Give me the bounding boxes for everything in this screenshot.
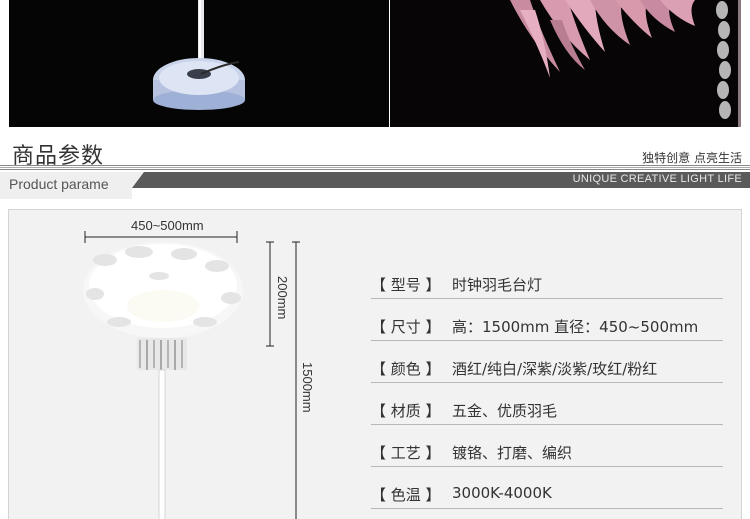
param-value: 3000K-4000K (452, 484, 552, 502)
param-row-model: 【 型号 】 时钟羽毛台灯 (371, 271, 723, 299)
param-value: 高：1500mm 直径：450~500mm (452, 318, 699, 336)
feather-shade (83, 242, 243, 338)
param-row-color: 【 颜色 】 酒红/纯白/深紫/淡紫/玫红/粉红 (371, 355, 723, 383)
product-photo-lamp-base (9, 0, 389, 127)
feather-closeup-image (390, 0, 741, 127)
param-value: 酒红/纯白/深紫/淡紫/玫红/粉红 (452, 360, 658, 378)
total-height-label: 1500mm (300, 362, 315, 413)
band-label: Product parame (0, 172, 144, 199)
param-label: 【 颜色 】 (371, 360, 441, 378)
param-row-color-temperature: 【 色温 】 3000K-4000K (371, 481, 723, 509)
header-slogan: 独特创意 点亮生活 (642, 151, 742, 165)
header-divider (0, 165, 750, 170)
param-label: 【 尺寸 】 (371, 318, 441, 336)
parameter-panel: 450~500mm 200mm 1500mm 【 型号 】 时钟羽毛台灯 【 尺… (8, 209, 742, 519)
lamp-pole (158, 369, 166, 519)
band-slogan: UNIQUE CREATIVE LIGHT LIFE (572, 173, 742, 185)
product-photo-feathers (390, 0, 741, 127)
param-value: 五金、优质羽毛 (452, 402, 558, 420)
param-label: 【 工艺 】 (371, 444, 441, 462)
param-value: 时钟羽毛台灯 (452, 276, 543, 294)
lamp-base-image (9, 0, 389, 127)
crystal-bead-curtain (137, 338, 187, 370)
param-label: 【 色温 】 (371, 486, 441, 504)
param-value: 镀铬、打磨、编织 (452, 444, 573, 462)
param-row-craft: 【 工艺 】 镀铬、打磨、编织 (371, 439, 723, 467)
param-label: 【 型号 】 (371, 276, 441, 294)
width-dimension-label: 450~500mm (131, 218, 204, 233)
param-row-size: 【 尺寸 】 高：1500mm 直径：450~500mm (371, 313, 723, 341)
param-label: 【 材质 】 (371, 402, 441, 420)
param-row-material: 【 材质 】 五金、优质羽毛 (371, 397, 723, 425)
lamp-dimension-diagram (83, 231, 300, 519)
shade-height-label: 200mm (275, 276, 290, 320)
